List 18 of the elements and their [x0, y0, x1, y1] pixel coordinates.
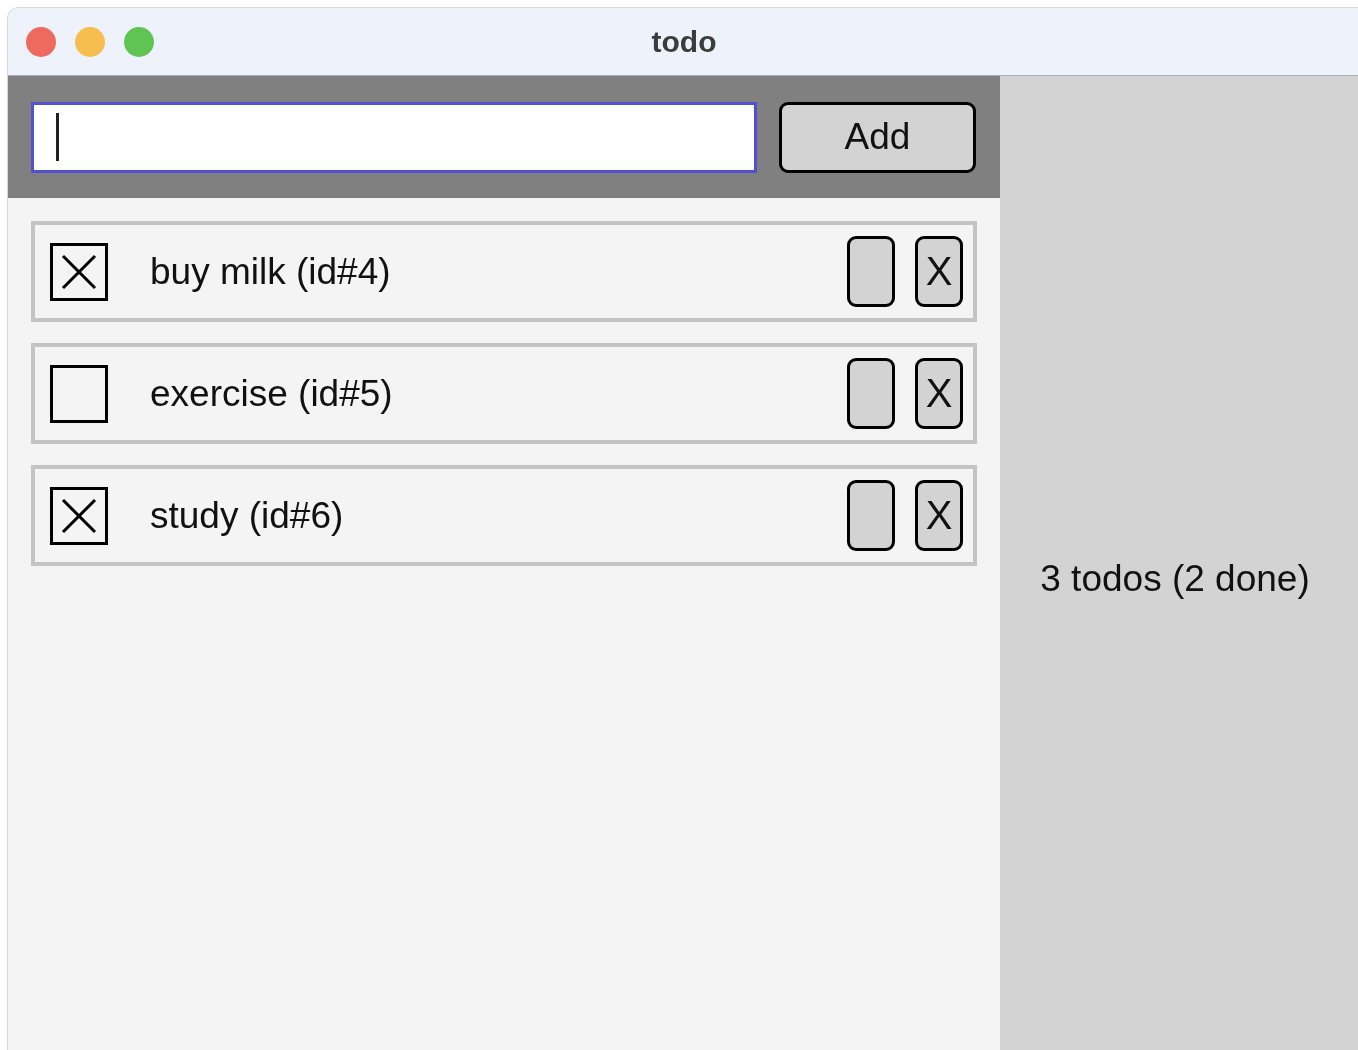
- todo-label: exercise (id#5): [150, 372, 394, 415]
- delete-button[interactable]: X: [915, 358, 963, 429]
- close-button[interactable]: [26, 26, 56, 57]
- add-button[interactable]: Add: [779, 101, 976, 173]
- checkbox[interactable]: [50, 364, 108, 423]
- text-cursor-icon: [56, 113, 59, 161]
- blank-button[interactable]: [847, 358, 895, 429]
- input-field[interactable]: [31, 101, 757, 173]
- summary-text: 3 todos (2 done): [1040, 556, 1310, 600]
- blank-button[interactable]: [847, 236, 895, 307]
- window-title: todo: [651, 24, 717, 59]
- todo-label: study (id#6): [150, 494, 345, 537]
- checkbox[interactable]: [50, 242, 108, 301]
- delete-button[interactable]: X: [915, 480, 963, 551]
- checkbox[interactable]: [50, 486, 108, 545]
- todo-label: buy milk (id#4): [150, 250, 392, 293]
- blank-button[interactable]: [847, 480, 895, 551]
- delete-button[interactable]: X: [915, 236, 963, 307]
